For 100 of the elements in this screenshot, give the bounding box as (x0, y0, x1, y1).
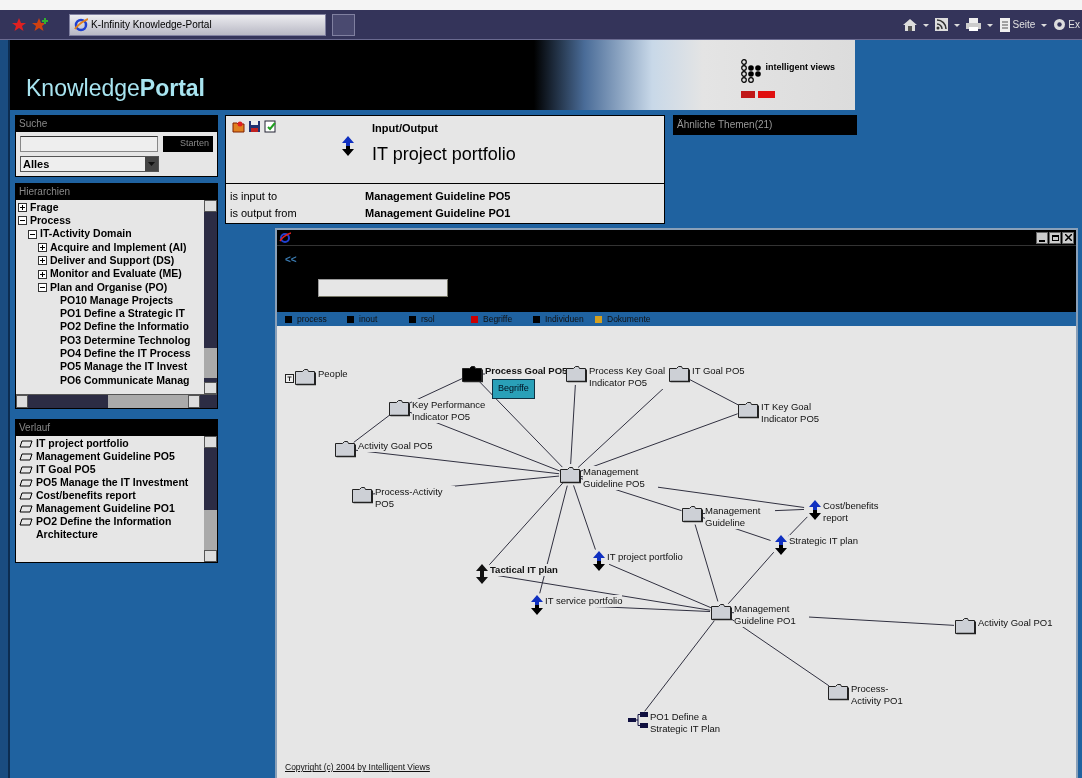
folder-icon[interactable] (560, 466, 581, 484)
node-label[interactable]: Process Key Goal Indicator PO5 (589, 365, 671, 389)
hierarchy-icon[interactable] (628, 711, 648, 729)
relation-link[interactable]: Management Guideline PO1 (365, 205, 511, 222)
tree-item[interactable]: PO1 Define a Strategic IT (60, 306, 185, 322)
tag-icon (19, 466, 33, 474)
collapse-icon[interactable] (38, 282, 47, 292)
tree-item[interactable]: Monitor and Evaluate (ME) (50, 266, 182, 282)
tag-icon (285, 374, 294, 383)
history-link[interactable]: Cost/benefits report (36, 489, 136, 502)
node-label[interactable]: People (318, 368, 348, 380)
tag-icon (19, 518, 33, 526)
history-link[interactable]: Management Guideline PO1 (36, 502, 175, 515)
expand-icon[interactable] (38, 243, 47, 253)
maximize-button[interactable] (1049, 231, 1061, 244)
back-link[interactable]: << (285, 252, 297, 267)
relation-link[interactable]: Management Guideline PO5 (365, 188, 511, 205)
extras-menu[interactable]: Ex (1068, 17, 1080, 32)
gear-icon[interactable] (1053, 18, 1067, 31)
feed-icon[interactable] (934, 18, 948, 31)
history-link[interactable]: IT project portfolio (36, 437, 129, 450)
save-icon[interactable] (248, 120, 261, 133)
history-link[interactable]: Management Guideline PO5 (36, 450, 175, 463)
star-plus-icon[interactable] (32, 17, 48, 32)
browser-tab[interactable]: K-Infinity Knowledge-Portal (69, 13, 326, 36)
node-label[interactable]: Management Guideline PO1 (734, 603, 809, 627)
up-down-arrow-icon[interactable] (809, 500, 821, 520)
folder-icon[interactable] (738, 401, 759, 419)
history-link[interactable]: PO2 Define the Information Architecture (36, 515, 204, 541)
history-link[interactable]: IT Goal PO5 (36, 463, 96, 476)
tag-icon (19, 453, 33, 461)
node-label[interactable]: Activity Goal PO1 (978, 617, 1053, 629)
folder-icon[interactable] (711, 603, 732, 621)
brand-logo: KnowledgePortal (26, 77, 205, 100)
folder-icon[interactable] (669, 365, 690, 383)
node-label[interactable]: Management Guideline PO5 (583, 466, 658, 490)
expand-icon[interactable] (18, 203, 27, 213)
caret-icon[interactable] (953, 21, 960, 28)
node-label[interactable]: Activity Goal PO5 (358, 440, 433, 452)
collapse-icon[interactable] (18, 216, 27, 226)
flags-icon[interactable] (741, 91, 776, 98)
node-label[interactable]: Strategic IT plan (789, 535, 858, 547)
history-link[interactable]: PO5 Manage the IT Investment (36, 476, 189, 489)
folder-icon[interactable] (682, 505, 703, 523)
caret-icon[interactable] (986, 21, 993, 28)
folder-icon[interactable] (566, 365, 587, 383)
folder-icon[interactable] (295, 368, 316, 386)
up-down-arrow-icon[interactable] (531, 595, 543, 615)
minimize-button[interactable] (1036, 231, 1048, 244)
graph-search-field[interactable] (318, 279, 448, 297)
connector-line (688, 378, 739, 406)
up-down-arrow-icon[interactable] (593, 551, 605, 571)
folder-icon[interactable] (955, 617, 976, 635)
vertical-scrollbar[interactable] (204, 200, 217, 394)
edit-icon[interactable] (264, 120, 277, 133)
horizontal-scrollbar[interactable] (16, 394, 217, 408)
page-icon[interactable] (998, 17, 1011, 32)
tooltip: Begriffe (492, 379, 535, 399)
tag-icon (19, 440, 33, 448)
node-label[interactable]: IT Goal PO5 (692, 365, 745, 377)
new-tab-button[interactable] (332, 13, 355, 36)
search-field[interactable] (20, 136, 158, 152)
node-label[interactable]: Tactical IT plan (490, 564, 558, 576)
tag-icon (19, 505, 33, 513)
tree-item[interactable]: Process (30, 213, 71, 229)
panel-title: Suche (16, 116, 217, 132)
connector-line (727, 551, 775, 605)
folder-icon[interactable] (352, 486, 373, 504)
similar-topics-bar[interactable]: Ähnliche Themen(21) (673, 115, 857, 135)
browser-icon (74, 17, 88, 32)
close-button[interactable] (1062, 231, 1074, 244)
scope-select[interactable]: Alles (20, 156, 159, 172)
caret-icon[interactable] (922, 21, 929, 28)
home-icon[interactable] (902, 17, 917, 32)
start-button[interactable]: Starten (163, 136, 213, 152)
expand-icon[interactable] (38, 256, 47, 266)
tag-icon (19, 492, 33, 500)
topic-title: IT project portfolio (372, 142, 516, 166)
node-label[interactable]: IT service portfolio (545, 595, 623, 607)
collapse-icon[interactable] (28, 229, 37, 239)
node-label[interactable]: Process-Activity PO5 (375, 486, 455, 510)
vertical-scrollbar[interactable] (204, 436, 217, 562)
printer-icon[interactable] (965, 18, 981, 31)
folder-icon[interactable] (462, 365, 483, 383)
node-label[interactable]: IT project portfolio (607, 551, 683, 563)
folder-icon[interactable] (828, 683, 849, 701)
page-menu[interactable]: Seite (1012, 17, 1036, 32)
copyright-link[interactable]: Copyright (c) 2004 by Intelligent Views (285, 761, 430, 774)
relation-label: is output from (230, 206, 298, 222)
expand-icon[interactable] (38, 269, 47, 279)
node-label[interactable]: Management Guideline (705, 505, 775, 529)
up-down-arrow-icon[interactable] (476, 564, 488, 584)
caret-icon[interactable] (1041, 21, 1048, 28)
folder-icon[interactable] (389, 399, 410, 417)
up-down-arrow-icon[interactable] (775, 535, 787, 555)
star-icon[interactable] (12, 17, 26, 32)
tag-icon (19, 479, 33, 487)
tree-item[interactable]: PO4 Define the IT Process (60, 346, 191, 362)
tree-item[interactable]: Frage (30, 200, 59, 216)
folder-icon[interactable] (335, 440, 356, 458)
